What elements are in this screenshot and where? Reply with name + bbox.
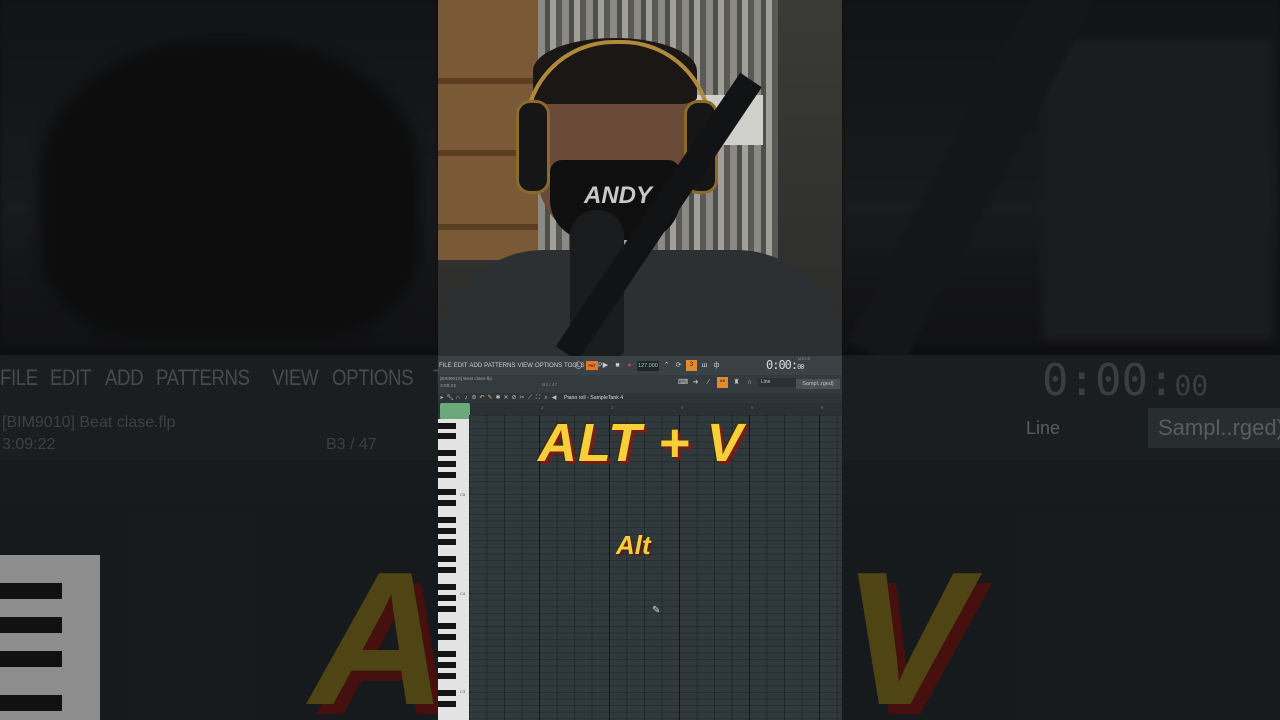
- paint-tool-icon[interactable]: ✱: [494, 394, 502, 402]
- blurred-right-background: 0:00:00 Line Sampl..rged) V: [842, 0, 1280, 720]
- menu-arrow-icon[interactable]: ▸: [438, 394, 446, 402]
- pencil-tool-icon[interactable]: ✎: [486, 394, 494, 402]
- ruler-mark: 4: [681, 405, 684, 410]
- key-caption: Alt: [616, 530, 651, 560]
- info-bar: [BIM9010] Beat clase.flp 3:09:22 B3 / 47…: [438, 375, 842, 393]
- ruler-mark: 2: [541, 405, 544, 410]
- menu-options[interactable]: OPTIONS: [535, 362, 562, 369]
- piano-roll-toolbar: ▸ 🔧︎ ∩ ♪ ⊜ ↶ ✎ ✱ ✕ ⊘ ✂ ⟋ ⛶ ⌕ ◀ Piano rol…: [438, 393, 842, 403]
- tools-icon[interactable]: ⊜: [470, 394, 478, 402]
- link-icon[interactable]: ⚯: [717, 377, 728, 388]
- brush-icon[interactable]: ⁄: [704, 378, 713, 387]
- ruler-mark: 3: [611, 405, 614, 410]
- magnet-icon[interactable]: ∩: [745, 378, 754, 387]
- loop-record-icon[interactable]: ⟳: [674, 361, 683, 370]
- key-label: C3: [460, 689, 466, 694]
- undo-icon[interactable]: ↶: [478, 394, 486, 402]
- ruler-mark: 5: [751, 405, 754, 410]
- note-icon[interactable]: ♪: [462, 394, 470, 402]
- menu-edit[interactable]: EDIT: [454, 362, 468, 369]
- snap-select[interactable]: Line: [758, 378, 797, 387]
- blurred-left-background: FILEEDITADDPATTERNSVIEWOPTIONSTOOLSHELP …: [0, 0, 438, 720]
- slice-tool-icon[interactable]: ⟋: [526, 394, 534, 402]
- magnet-icon[interactable]: ∩: [454, 394, 462, 402]
- record-icon[interactable]: ●: [625, 361, 634, 370]
- transport-panel: ◯ PAT ▶ ■ ● 127.000 ⌃ ⟳ 3 ш ф: [574, 358, 721, 373]
- headphone-left: [516, 100, 550, 194]
- ruler-mark: 6: [821, 405, 824, 410]
- mask-logo-text: ANDY: [584, 182, 653, 209]
- cpu-meter-icon: ◯: [574, 362, 583, 369]
- stamp-icon[interactable]: ♜: [732, 378, 741, 387]
- metronome-icon[interactable]: ⌃: [662, 361, 671, 370]
- project-title: [BIM9010] Beat clase.flp: [440, 377, 492, 382]
- keyboard-icon[interactable]: ⌨: [678, 378, 688, 387]
- tempo-display[interactable]: 127.000: [637, 360, 659, 371]
- note-readout: B3 / 47: [542, 383, 558, 388]
- piano-keyboard[interactable]: C5 C4 C3: [438, 419, 469, 720]
- time-format-label: M:S:CS: [798, 357, 811, 361]
- key-label: C4: [460, 591, 466, 596]
- stop-icon[interactable]: ■: [613, 361, 622, 370]
- mute-tool-icon[interactable]: ⊘: [510, 394, 518, 402]
- channel-selector[interactable]: Sampl..rged): [796, 379, 840, 389]
- secondary-toolbar: ⌨ ➜ ⁄ ⚯ ♜ ∩ Line: [678, 377, 797, 388]
- menu-view[interactable]: VIEW: [517, 362, 533, 369]
- piano-roll-title: Piano roll - SampleTank 4: [564, 395, 624, 401]
- shortcut-caption: ALT + V: [538, 413, 744, 473]
- zoom-tool-icon[interactable]: ⌕: [542, 394, 550, 402]
- countdown-icon[interactable]: ф: [712, 361, 721, 370]
- speaker-icon[interactable]: ◀: [550, 394, 558, 402]
- note-property-tab[interactable]: [440, 403, 470, 419]
- center-video: ANDY FILE EDIT ADD PATTERNS VIEW OPTIONS…: [438, 0, 842, 720]
- wrench-icon[interactable]: 🔧︎: [446, 394, 454, 402]
- delete-tool-icon[interactable]: ✕: [502, 394, 510, 402]
- menu-add[interactable]: ADD: [469, 362, 482, 369]
- key-label: C5: [460, 492, 466, 497]
- webcam-feed: ANDY: [438, 0, 842, 356]
- pattern-song-toggle[interactable]: PAT: [586, 361, 598, 370]
- project-time: 3:09:22: [440, 384, 457, 389]
- pencil-cursor-icon: ✎: [652, 605, 661, 616]
- slip-tool-icon[interactable]: ✂: [518, 394, 526, 402]
- step-edit-icon[interactable]: 3: [686, 360, 697, 371]
- menu-patterns[interactable]: PATTERNS: [484, 362, 515, 369]
- arrow-icon[interactable]: ➜: [691, 378, 700, 387]
- select-tool-icon[interactable]: ⛶: [534, 394, 542, 402]
- menu-file[interactable]: FILE: [439, 362, 452, 369]
- wait-input-icon[interactable]: ш: [700, 361, 709, 370]
- play-icon[interactable]: ▶: [601, 361, 610, 370]
